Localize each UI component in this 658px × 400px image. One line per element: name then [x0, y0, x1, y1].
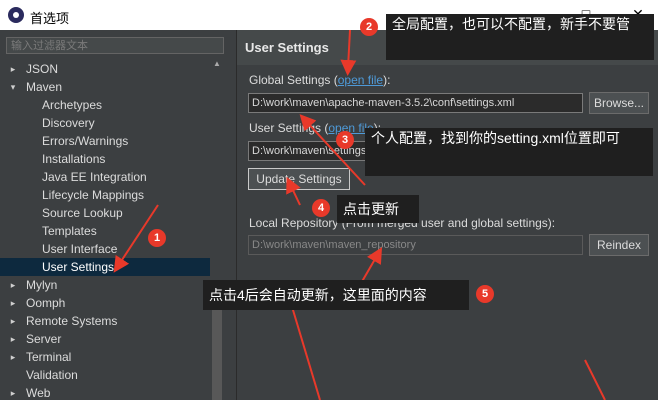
badge-5: 5	[476, 285, 494, 303]
tree-item-label: Java EE Integration	[42, 170, 147, 184]
tree-item[interactable]: Errors/Warnings	[0, 132, 210, 150]
tree-item[interactable]: ▸ Server	[0, 330, 210, 348]
tree-item[interactable]: Installations	[0, 150, 210, 168]
badge-2: 2	[360, 18, 378, 36]
preferences-nav-pane: 输入过滤器文本 ▸ JSON ▾ Maven Archetypes Discovery Er…	[0, 30, 237, 400]
tree-item[interactable]: Discovery	[0, 114, 210, 132]
tree-item-label: Terminal	[26, 350, 72, 364]
tree-item[interactable]: User Interface	[0, 240, 210, 258]
collapsed-arrow-icon[interactable]: ▸	[8, 384, 18, 400]
reindex-button[interactable]: Reindex	[589, 234, 649, 256]
tree-item-label: Lifecycle Mappings	[42, 188, 145, 202]
settings-page: User Settings ◀ ▾ ▶ ▾ Global Settings (o…	[237, 30, 658, 400]
tree-item[interactable]: ▸ Terminal	[0, 348, 210, 366]
tree-item-label: Archetypes	[42, 98, 103, 112]
global-settings-field[interactable]: D:\work\maven\apache-maven-3.5.2\conf\se…	[248, 93, 583, 113]
tree-item-label: Oomph	[26, 296, 66, 310]
collapsed-arrow-icon[interactable]: ▸	[8, 348, 18, 366]
collapsed-arrow-icon[interactable]: ▸	[8, 294, 18, 312]
eclipse-app-icon	[8, 7, 24, 23]
tree-item-label: Discovery	[42, 116, 95, 130]
window-title: 首选项	[30, 11, 70, 26]
expanded-arrow-icon[interactable]: ▾	[8, 78, 18, 96]
tree-item-label: User Settings	[42, 260, 115, 274]
tree-item[interactable]: ▸ JSON	[0, 60, 210, 78]
tree-item-label: Source Lookup	[42, 206, 123, 220]
tree-item[interactable]: ▸ Mylyn	[0, 276, 210, 294]
global-settings-text: Global Settings (	[249, 73, 338, 87]
user-settings-label: User Settings (open file):	[249, 121, 381, 135]
callout-4: 点击更新	[337, 195, 419, 223]
tree-item[interactable]: Templates	[0, 222, 210, 240]
tree-item[interactable]: Validation	[0, 366, 210, 384]
tree-item[interactable]: ▸ Web	[0, 384, 210, 400]
tree-item-label: Templates	[42, 224, 97, 238]
tree-item[interactable]: User Settings	[0, 258, 210, 276]
badge-3: 3	[336, 131, 354, 149]
tree-item-label: Web	[26, 386, 51, 400]
callout-3: 个人配置，找到你的setting.xml位置即可	[365, 128, 653, 176]
tree-item-label: Remote Systems	[26, 314, 118, 328]
scroll-up-icon[interactable]: ▲	[210, 58, 224, 70]
tree-item[interactable]: Source Lookup	[0, 204, 210, 222]
tree-item-label: Server	[26, 332, 62, 346]
collapsed-arrow-icon[interactable]: ▸	[8, 276, 18, 294]
collapsed-arrow-icon[interactable]: ▸	[8, 312, 18, 330]
local-repository-field: D:\work\maven\maven_repository	[248, 235, 583, 255]
global-browse-button[interactable]: Browse...	[589, 92, 649, 114]
update-settings-button[interactable]: Update Settings	[248, 168, 350, 190]
page-title: User Settings	[245, 40, 329, 55]
tree-item-label: Validation	[26, 368, 78, 382]
tree-item[interactable]: ▸ Remote Systems	[0, 312, 210, 330]
global-settings-label: Global Settings (open file):	[249, 73, 390, 87]
tree-item-label: JSON	[26, 62, 59, 76]
tree-scrollbar[interactable]: ▲	[210, 58, 224, 400]
collapsed-arrow-icon[interactable]: ▸	[8, 60, 18, 78]
tree-item-label: User Interface	[42, 242, 118, 256]
tree-item-label: Installations	[42, 152, 106, 166]
filter-input[interactable]: 输入过滤器文本	[6, 37, 224, 54]
global-open-file-link[interactable]: open file	[338, 73, 383, 87]
global-settings-text-end: ):	[383, 73, 391, 87]
tree-item[interactable]: ▸ Oomph	[0, 294, 210, 312]
tree-item[interactable]: ▾ Maven	[0, 78, 210, 96]
tree-item-label: Errors/Warnings	[42, 134, 129, 148]
badge-4: 4	[312, 199, 330, 217]
tree-item-label: Maven	[26, 80, 63, 94]
tree-item-label: Mylyn	[26, 278, 58, 292]
callout-5: 点击4后会自动更新，这里面的内容	[203, 280, 469, 310]
user-settings-text: User Settings (	[249, 121, 329, 135]
tree-item[interactable]: Lifecycle Mappings	[0, 186, 210, 204]
collapsed-arrow-icon[interactable]: ▸	[8, 330, 18, 348]
tree-item[interactable]: Archetypes	[0, 96, 210, 114]
preferences-tree: ▸ JSON ▾ Maven Archetypes Discovery Errors/War…	[0, 58, 210, 400]
badge-1: 1	[148, 229, 166, 247]
tree-item[interactable]: Java EE Integration	[0, 168, 210, 186]
callout-2: 全局配置，也可以不配置，新手不要管	[386, 14, 654, 60]
